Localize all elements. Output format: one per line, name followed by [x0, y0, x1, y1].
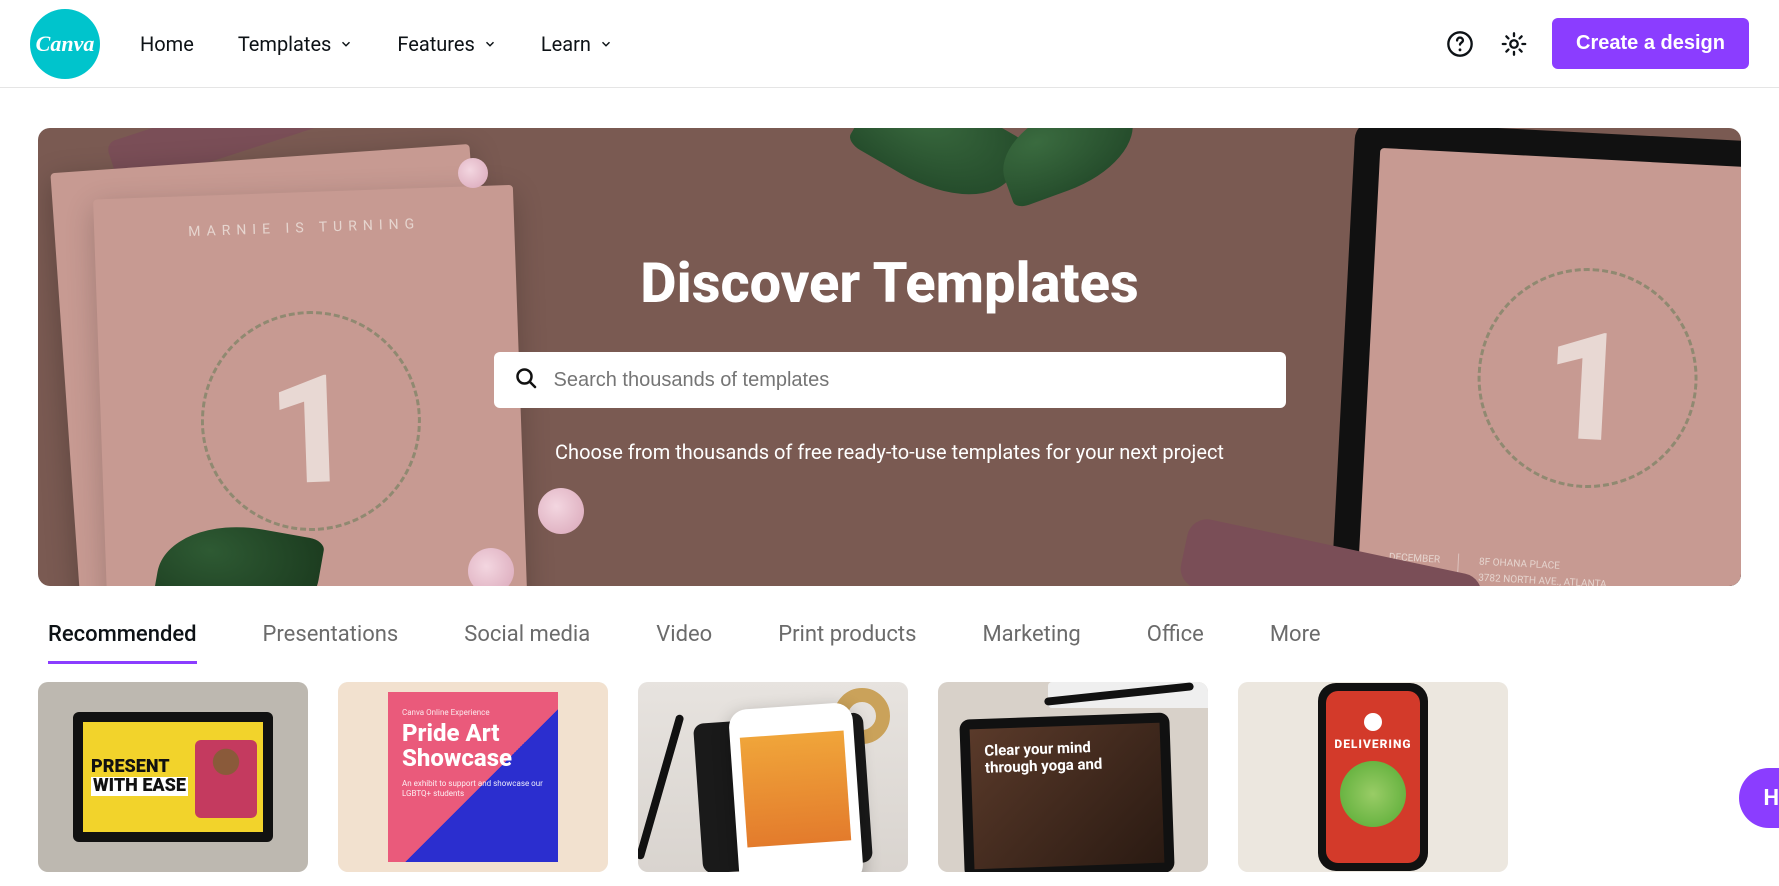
tile-small-text: Canva Online Experience	[402, 708, 544, 717]
nav-templates-label: Templates	[238, 32, 332, 56]
nav-home[interactable]: Home	[140, 32, 194, 56]
flower-decoration	[468, 548, 514, 586]
leaf-decoration	[846, 128, 1030, 222]
nav-features-label: Features	[397, 32, 474, 56]
tab-social-media[interactable]: Social media	[464, 622, 590, 664]
template-preview: Clear your mind through yoga and	[938, 682, 1208, 872]
phone-mockup	[728, 702, 864, 872]
flower-decoration	[538, 488, 584, 534]
top-header: Canva Home Templates Features Learn Crea…	[0, 0, 1779, 88]
tab-label: More	[1270, 622, 1321, 647]
person-image	[195, 740, 257, 818]
template-tile[interactable]: Canva Online Experience Pride Art Showca…	[338, 682, 608, 872]
template-preview	[638, 682, 908, 872]
tile-text: DELIVERING	[1326, 737, 1420, 751]
logo-dot	[1364, 713, 1382, 731]
tab-presentations[interactable]: Presentations	[263, 622, 399, 664]
header-actions: Create a design	[1444, 18, 1749, 69]
search-icon	[514, 366, 538, 394]
tab-label: Print products	[778, 622, 916, 647]
tab-print-products[interactable]: Print products	[778, 622, 916, 664]
brand-logo-text: Canva	[36, 31, 95, 57]
help-icon[interactable]	[1444, 28, 1476, 60]
template-search[interactable]	[494, 352, 1286, 408]
help-fab-label: H	[1763, 786, 1779, 811]
tab-label: Social media	[464, 622, 590, 647]
tab-more[interactable]: More	[1270, 622, 1321, 664]
brand-logo[interactable]: Canva	[30, 9, 100, 79]
tab-label: Presentations	[263, 622, 399, 647]
nav-learn-label: Learn	[541, 32, 591, 56]
template-tile[interactable]	[638, 682, 908, 872]
nav-templates[interactable]: Templates	[238, 32, 354, 56]
card-top-text: MARNIE IS TURNING	[94, 213, 514, 244]
tile-text: WITH EASE	[91, 777, 188, 796]
flower-decoration	[458, 158, 488, 188]
tile-text: Clear your mind through yoga and	[984, 738, 1103, 777]
tab-recommended[interactable]: Recommended	[48, 622, 197, 664]
tab-label: Video	[656, 622, 712, 647]
gear-icon[interactable]	[1498, 28, 1530, 60]
template-tile[interactable]: PRESENT WITH EASE	[38, 682, 308, 872]
tab-label: Office	[1147, 622, 1204, 647]
food-image	[1340, 761, 1406, 827]
tab-office[interactable]: Office	[1147, 622, 1204, 664]
template-preview: DELIVERING	[1238, 682, 1508, 872]
template-preview: Canva Online Experience Pride Art Showca…	[338, 682, 608, 872]
chevron-down-icon	[599, 37, 613, 51]
tab-label: Recommended	[48, 622, 197, 647]
create-design-label: Create a design	[1576, 32, 1725, 54]
pen-decoration	[638, 714, 685, 860]
hero-content: Discover Templates Choose from thousands…	[38, 250, 1741, 464]
chevron-down-icon	[339, 37, 353, 51]
help-fab-button[interactable]: H	[1739, 768, 1779, 828]
tab-marketing[interactable]: Marketing	[982, 622, 1080, 664]
chevron-down-icon	[483, 37, 497, 51]
nav-features[interactable]: Features	[397, 32, 496, 56]
template-tile[interactable]: Clear your mind through yoga and	[938, 682, 1208, 872]
tile-subtitle: An exhibit to support and showcase our L…	[402, 779, 544, 798]
search-input[interactable]	[554, 369, 1266, 392]
template-tile[interactable]: DELIVERING	[1238, 682, 1508, 872]
nav-learn[interactable]: Learn	[541, 32, 613, 56]
template-preview: PRESENT WITH EASE	[38, 682, 308, 872]
hero-banner: MARNIE IS TURNING 1 DECEMBER 16 8F OHANA…	[38, 128, 1741, 586]
category-tabs: Recommended Presentations Social media V…	[48, 622, 1731, 664]
tile-title: Pride Art Showcase	[402, 721, 544, 771]
tab-label: Marketing	[982, 622, 1080, 647]
hero-subtitle: Choose from thousands of free ready-to-u…	[555, 440, 1224, 464]
create-design-button[interactable]: Create a design	[1552, 18, 1749, 69]
nav-home-label: Home	[140, 32, 194, 56]
tab-video[interactable]: Video	[656, 622, 712, 664]
template-grid: PRESENT WITH EASE Canva Online Experienc…	[38, 682, 1741, 872]
primary-nav: Home Templates Features Learn	[140, 32, 613, 56]
instagram-post-image	[740, 731, 851, 848]
phone-mockup: DELIVERING	[1318, 683, 1428, 871]
hero-title: Discover Templates	[640, 250, 1138, 316]
